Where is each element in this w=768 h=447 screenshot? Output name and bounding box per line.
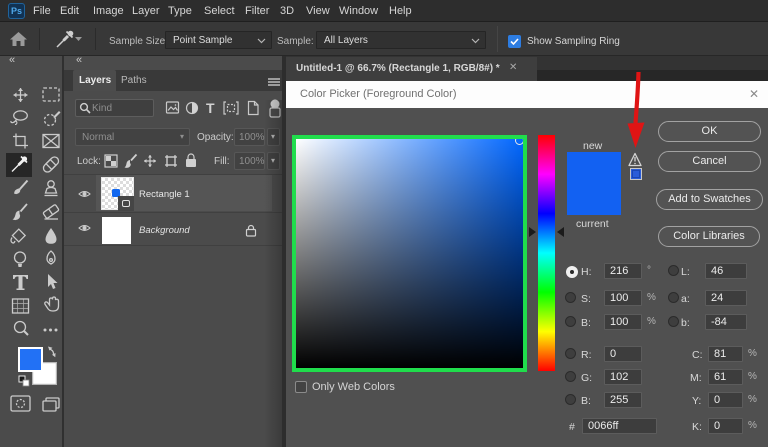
svg-text:T: T <box>206 100 215 116</box>
